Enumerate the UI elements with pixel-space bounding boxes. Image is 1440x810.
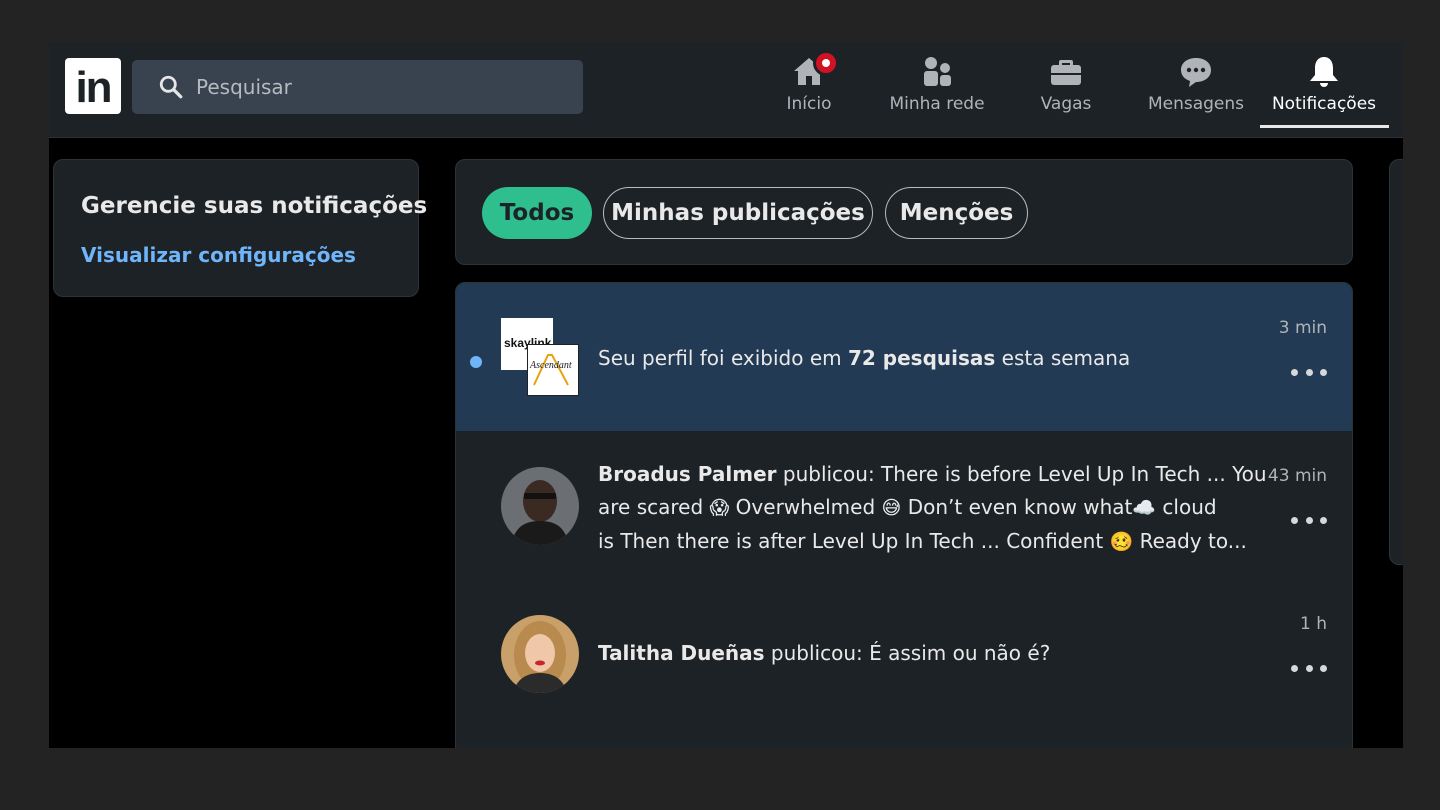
- more-options-icon[interactable]: [1291, 514, 1327, 526]
- notification-item[interactable]: skaylink Ascendant Seu perfil foi exibid…: [456, 283, 1352, 431]
- manage-notifications-card: Gerencie suas notificações Visualizar co…: [53, 159, 427, 297]
- nav-label-home: Início: [786, 94, 832, 114]
- scream-emoji-icon: 😱: [709, 497, 730, 519]
- nav-label-jobs: Vagas: [1040, 94, 1092, 114]
- top-navbar: in Início: [49, 42, 1403, 138]
- text-part: publicou: É assim ou não é?: [764, 641, 1051, 665]
- nav-label-messages: Mensagens: [1147, 94, 1245, 114]
- manage-notifications-title: Gerencie suas notificações: [81, 193, 428, 219]
- avatar[interactable]: [501, 467, 579, 545]
- text-part: Overwhelmed: [729, 495, 882, 519]
- bell-icon: [1306, 54, 1342, 90]
- company-logo-ascendant: Ascendant: [527, 344, 579, 396]
- text-part: are scared: [598, 495, 710, 519]
- notification-text: Talitha Dueñas publicou: É assim ou não …: [598, 637, 1050, 670]
- more-options-icon[interactable]: [1291, 662, 1327, 674]
- filter-bar: Todos Minhas publicações Menções: [455, 159, 1353, 265]
- search-bar[interactable]: [132, 60, 583, 114]
- text-part: Don’t even know what: [901, 495, 1133, 519]
- nav-notifications[interactable]: Notificações: [1268, 54, 1380, 130]
- author-name[interactable]: Broadus Palmer: [598, 462, 777, 486]
- home-icon: [791, 50, 839, 90]
- notification-item[interactable]: Broadus Palmer publicou: There is before…: [456, 431, 1352, 579]
- filter-mentions[interactable]: Menções: [885, 187, 1028, 239]
- filter-my-posts[interactable]: Minhas publicações: [603, 187, 873, 239]
- notification-badge: [813, 50, 839, 76]
- text-bold-part: 72 pesquisas: [848, 346, 996, 370]
- notification-time: 43 min: [1267, 466, 1327, 486]
- nav-messages[interactable]: Mensagens: [1144, 54, 1248, 130]
- notification-text: Broadus Palmer publicou: There is before…: [598, 458, 1267, 559]
- text-part: is Then there is after Level Up In Tech …: [598, 529, 1110, 553]
- search-icon: [159, 75, 183, 99]
- right-rail-card: [1389, 159, 1403, 565]
- author-name[interactable]: Talitha Dueñas: [598, 641, 765, 665]
- more-options-icon[interactable]: [1291, 366, 1327, 378]
- filter-all[interactable]: Todos: [482, 187, 592, 239]
- nav-label-notifications: Notificações: [1271, 94, 1377, 114]
- cloud-emoji-icon: ☁️: [1132, 497, 1157, 519]
- logo-b-text: Ascendant: [530, 360, 572, 371]
- nav-label-network: Minha rede: [889, 94, 985, 114]
- search-input[interactable]: [196, 75, 556, 99]
- text-part: Seu perfil foi exibido em: [598, 346, 848, 370]
- avatar[interactable]: [501, 615, 579, 693]
- active-tab-indicator: [1260, 125, 1389, 128]
- briefcase-icon: [1048, 54, 1084, 90]
- nav-home[interactable]: Início: [774, 50, 844, 130]
- notification-time: 3 min: [1278, 318, 1327, 338]
- notification-item[interactable]: Talitha Dueñas publicou: É assim ou não …: [456, 579, 1352, 727]
- sweat-smile-emoji-icon: 😅: [881, 497, 902, 519]
- messages-icon: [1178, 54, 1214, 90]
- unread-indicator: [470, 356, 482, 368]
- woozy-emoji-icon: 🥴: [1109, 531, 1134, 553]
- nav-network[interactable]: Minha rede: [885, 54, 989, 130]
- linkedin-app: in Início: [49, 42, 1403, 748]
- text-part: publicou: There is before Level Up In Te…: [776, 462, 1267, 486]
- notifications-feed: skaylink Ascendant Seu perfil foi exibid…: [455, 282, 1353, 748]
- text-part: cloud: [1156, 495, 1217, 519]
- view-settings-link[interactable]: Visualizar configurações: [81, 243, 356, 267]
- notification-text: Seu perfil foi exibido em 72 pesquisas e…: [598, 342, 1130, 375]
- text-part: esta semana: [995, 346, 1131, 370]
- logo-text: in: [75, 63, 112, 112]
- nav-jobs[interactable]: Vagas: [1031, 54, 1101, 130]
- notification-time: 1 h: [1300, 614, 1327, 634]
- text-part: Ready to...: [1133, 529, 1247, 553]
- linkedin-logo[interactable]: in: [65, 58, 121, 114]
- network-icon: [919, 54, 955, 90]
